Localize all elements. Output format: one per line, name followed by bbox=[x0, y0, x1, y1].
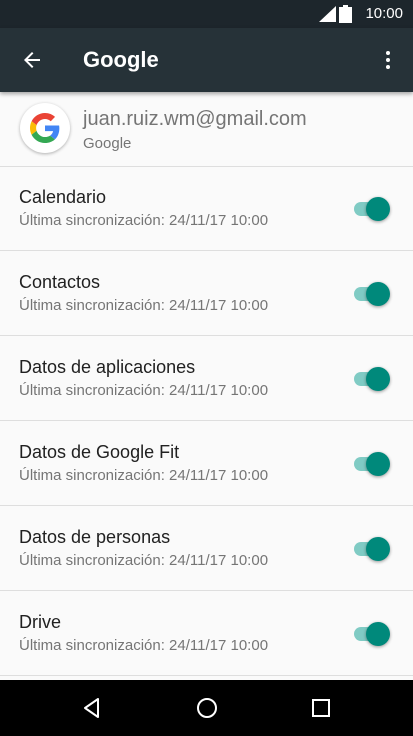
account-email: juan.ruiz.wm@gmail.com bbox=[83, 108, 307, 130]
sync-item-last-sync: Última sincronización: 24/11/17 10:00 bbox=[19, 637, 269, 654]
nav-home-icon[interactable] bbox=[195, 696, 219, 720]
sync-toggle[interactable] bbox=[352, 622, 390, 646]
account-header: juan.ruiz.wm@gmail.com Google bbox=[0, 92, 413, 167]
sync-item-label: Drive bbox=[19, 612, 62, 632]
nav-recents-icon[interactable] bbox=[309, 696, 333, 720]
toggle-thumb bbox=[366, 367, 390, 391]
sync-item-last-sync: Última sincronización: 24/11/17 10:00 bbox=[19, 467, 269, 484]
sync-item-label: Datos de Google Fit bbox=[19, 442, 180, 462]
battery-icon bbox=[339, 5, 352, 23]
sync-toggle[interactable] bbox=[352, 197, 390, 221]
signal-icon bbox=[319, 6, 336, 22]
app-bar: Google bbox=[0, 28, 413, 92]
arrow-back-icon[interactable] bbox=[20, 48, 44, 72]
sync-toggle[interactable] bbox=[352, 452, 390, 476]
toggle-thumb bbox=[366, 197, 390, 221]
sync-item-datos-aplicaciones[interactable]: Datos de aplicaciones Última sincronizac… bbox=[0, 336, 413, 421]
sync-item-google-fit[interactable]: Datos de Google Fit Última sincronizació… bbox=[0, 421, 413, 506]
sync-item-label: Datos de aplicaciones bbox=[19, 357, 196, 377]
more-vert-icon[interactable] bbox=[376, 48, 400, 72]
sync-item-last-sync: Última sincronización: 24/11/17 10:00 bbox=[19, 552, 269, 569]
sync-item-label: Calendario bbox=[19, 187, 107, 207]
sync-item-contactos[interactable]: Contactos Última sincronización: 24/11/1… bbox=[0, 251, 413, 336]
google-logo-icon bbox=[20, 103, 70, 153]
navigation-bar bbox=[0, 680, 413, 736]
nav-back-icon[interactable] bbox=[80, 696, 104, 720]
sync-list: Calendario Última sincronización: 24/11/… bbox=[0, 166, 413, 676]
sync-item-label: Datos de personas bbox=[19, 527, 171, 547]
sync-toggle[interactable] bbox=[352, 282, 390, 306]
sync-item-last-sync: Última sincronización: 24/11/17 10:00 bbox=[19, 382, 269, 399]
toggle-thumb bbox=[366, 537, 390, 561]
toggle-thumb bbox=[366, 622, 390, 646]
sync-item-datos-personas[interactable]: Datos de personas Última sincronización:… bbox=[0, 506, 413, 591]
sync-item-drive[interactable]: Drive Última sincronización: 24/11/17 10… bbox=[0, 591, 413, 676]
sync-item-label: Contactos bbox=[19, 272, 101, 292]
account-type: Google bbox=[83, 135, 132, 152]
sync-item-last-sync: Última sincronización: 24/11/17 10:00 bbox=[19, 297, 269, 314]
toggle-thumb bbox=[366, 452, 390, 476]
sync-toggle[interactable] bbox=[352, 537, 390, 561]
sync-toggle[interactable] bbox=[352, 367, 390, 391]
sync-item-last-sync: Última sincronización: 24/11/17 10:00 bbox=[19, 212, 269, 229]
status-bar: 10:00 bbox=[0, 0, 413, 28]
page-title: Google bbox=[83, 47, 159, 72]
sync-item-calendario[interactable]: Calendario Última sincronización: 24/11/… bbox=[0, 166, 413, 251]
clock: 10:00 bbox=[365, 5, 403, 22]
toggle-thumb bbox=[366, 282, 390, 306]
